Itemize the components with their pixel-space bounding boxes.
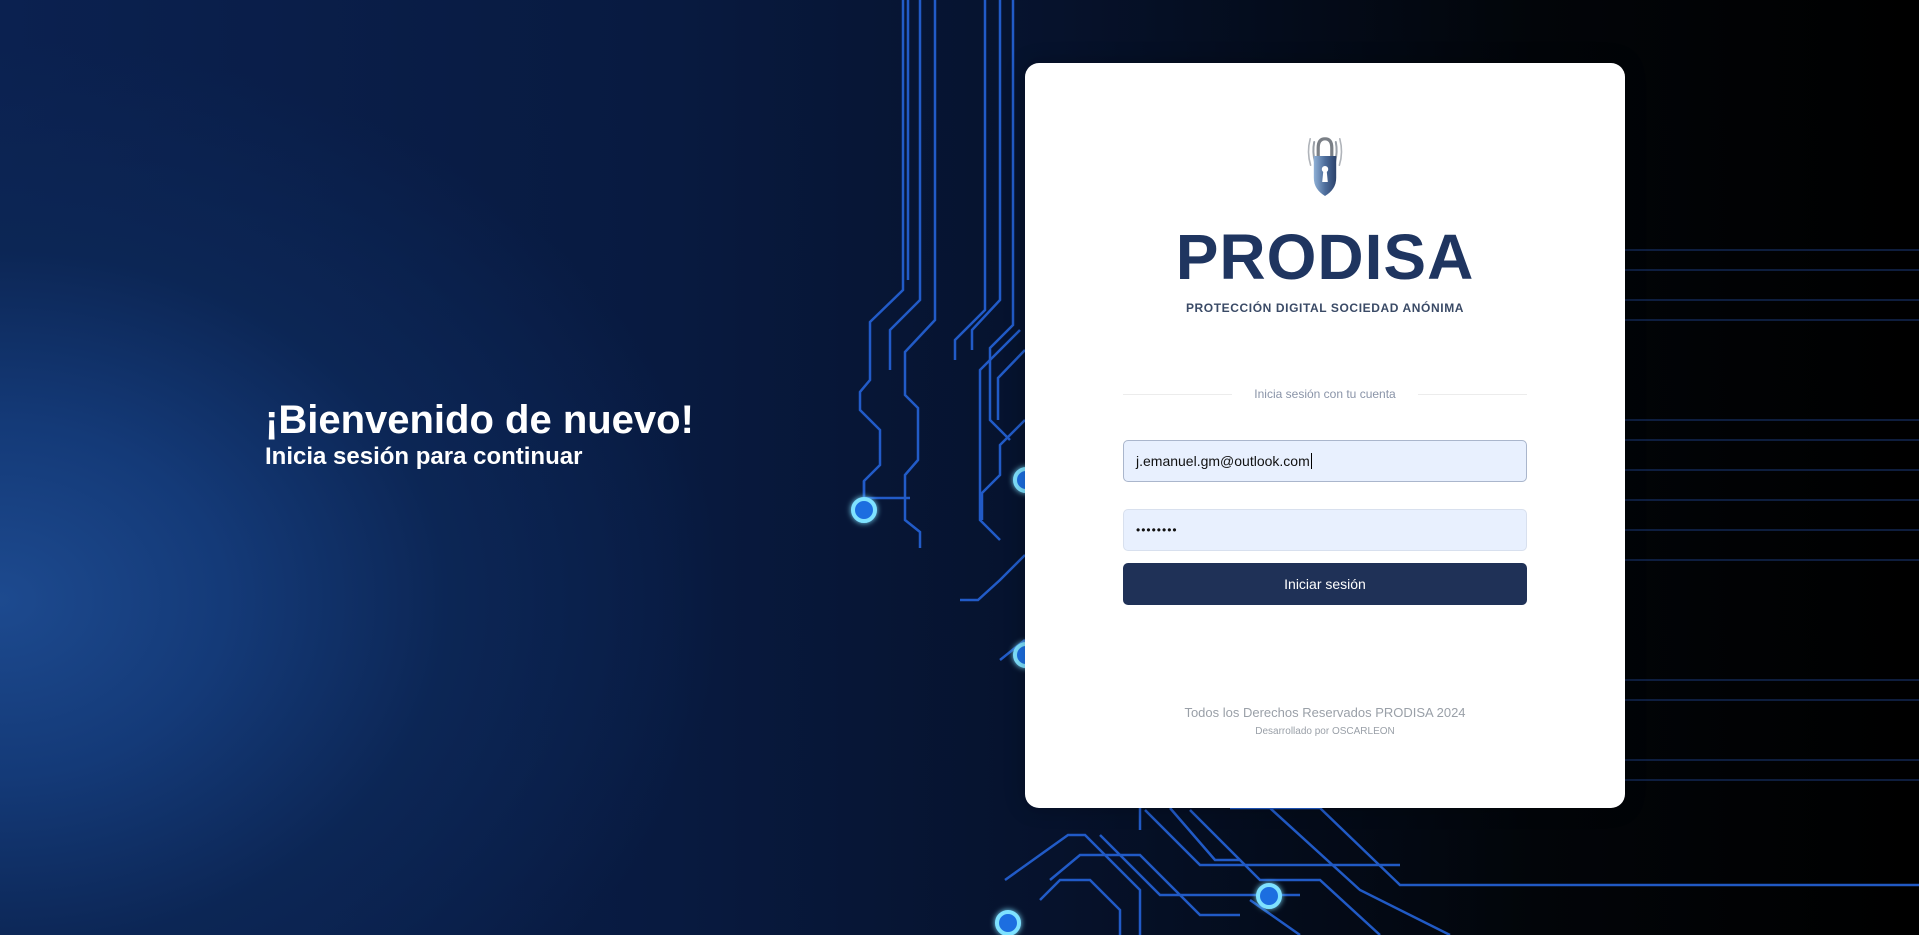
divider-line-left <box>1123 393 1233 395</box>
divider-line-right <box>1417 393 1528 395</box>
password-input[interactable]: •••••••• <box>1123 509 1527 551</box>
welcome-block: ¡Bienvenido de nuevo! Inicia sesión para… <box>265 397 694 471</box>
password-value: •••••••• <box>1136 523 1178 537</box>
copyright-text: Todos los Derechos Reservados PRODISA 20… <box>1184 705 1466 720</box>
email-value: j.emanuel.gm@outlook.com <box>1136 453 1310 469</box>
welcome-title: ¡Bienvenido de nuevo! <box>265 398 694 442</box>
welcome-subtitle: Inicia sesión para continuar <box>265 443 583 470</box>
login-divider: Inicia sesión con tu cuenta <box>1123 385 1528 403</box>
brand-name: PRODISA <box>1175 221 1475 293</box>
login-button[interactable]: Iniciar sesión <box>1123 563 1527 605</box>
text-caret <box>1310 453 1312 469</box>
padlock-wifi-icon <box>1307 137 1343 196</box>
email-input[interactable]: j.emanuel.gm@outlook.com <box>1123 440 1527 482</box>
login-card: PRODISA PROTECCIÓN DIGITAL SOCIEDAD ANÓN… <box>1025 63 1625 808</box>
divider-text: Inicia sesión con tu cuenta <box>1254 387 1396 401</box>
developer-credit: Desarrollado por OSCARLEON <box>1255 726 1395 737</box>
login-page: ¡Bienvenido de nuevo! Inicia sesión para… <box>0 0 1919 935</box>
card-footer: Todos los Derechos Reservados PRODISA 20… <box>1025 705 1625 737</box>
brand-tagline: PROTECCIÓN DIGITAL SOCIEDAD ANÓNIMA <box>1185 301 1465 315</box>
